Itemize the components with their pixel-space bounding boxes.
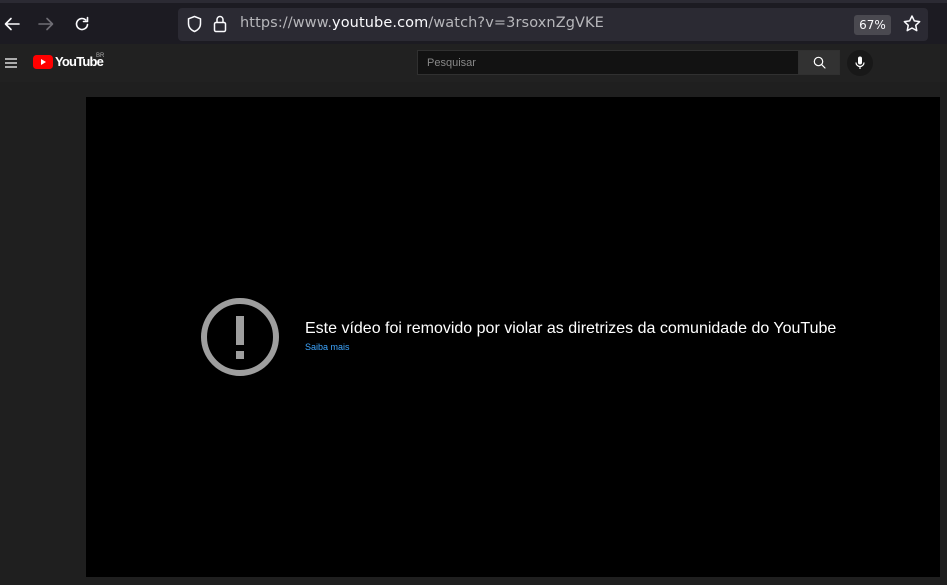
youtube-play-logo-icon xyxy=(33,54,53,69)
search-box xyxy=(417,50,799,75)
arrow-right-icon xyxy=(38,17,54,31)
bookmark-star-icon[interactable] xyxy=(902,14,922,38)
reload-icon xyxy=(75,16,89,31)
forward-button[interactable] xyxy=(31,9,61,39)
error-alert-icon xyxy=(200,297,280,381)
lock-icon[interactable] xyxy=(213,14,227,38)
video-player[interactable]: Este vídeo foi removido por violar as di… xyxy=(86,97,940,577)
region-code: BR xyxy=(96,53,105,59)
tracking-protection-icon[interactable] xyxy=(186,15,203,37)
url-host: youtube.com xyxy=(332,15,429,31)
address-bar[interactable]: https://www.youtube.com/watch?v=3rsoxnZg… xyxy=(178,8,928,41)
zoom-level-badge[interactable]: 67% xyxy=(854,15,891,35)
url-prefix: https://www. xyxy=(240,15,333,31)
search-button[interactable] xyxy=(798,50,840,75)
search-icon xyxy=(813,56,826,69)
youtube-masthead: YouTube BR xyxy=(0,44,947,82)
microphone-icon xyxy=(855,56,865,69)
learn-more-link[interactable]: Saiba mais xyxy=(305,342,350,352)
reload-button[interactable] xyxy=(67,9,97,39)
url-path: /watch?v=3rsoxnZgVKE xyxy=(428,15,604,31)
voice-search-button[interactable] xyxy=(847,50,873,76)
search-input[interactable] xyxy=(418,51,799,75)
browser-toolbar: https://www.youtube.com/watch?v=3rsoxnZg… xyxy=(0,0,947,44)
video-removed-message: Este vídeo foi removido por violar as di… xyxy=(305,320,837,337)
guide-menu-button[interactable] xyxy=(4,55,18,69)
hamburger-menu-icon xyxy=(5,58,17,68)
arrow-left-icon xyxy=(4,17,20,31)
youtube-logo[interactable]: YouTube xyxy=(33,54,104,69)
url-text[interactable]: https://www.youtube.com/watch?v=3rsoxnZg… xyxy=(240,15,604,31)
back-button[interactable] xyxy=(0,9,27,39)
